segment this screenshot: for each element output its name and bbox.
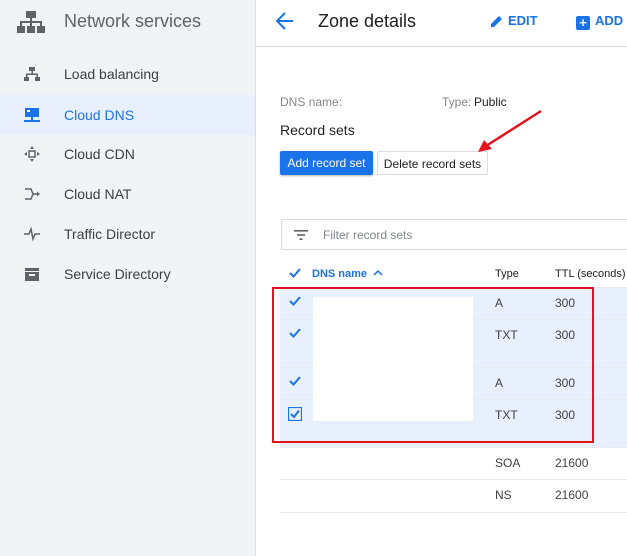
- page-title: Zone details: [318, 11, 417, 31]
- sidebar-item-label: Cloud CDN: [64, 146, 135, 162]
- sidebar-item-label: Cloud NAT: [64, 186, 132, 202]
- add-box-icon: +: [576, 16, 590, 30]
- select-all-checkbox[interactable]: [288, 266, 302, 280]
- column-header-ttl[interactable]: TTL (seconds): [555, 268, 626, 280]
- network-services-icon: [17, 11, 45, 33]
- type-value: Public: [474, 95, 507, 109]
- sidebar-item-label: Service Directory: [64, 266, 171, 282]
- sidebar-item-label: Traffic Director: [64, 226, 156, 242]
- sidebar-item-label: Cloud DNS: [64, 107, 135, 123]
- traffic-director-icon: [24, 226, 40, 242]
- edit-label: EDIT: [508, 13, 538, 28]
- row-type: NS: [495, 488, 512, 502]
- column-header-dns-name[interactable]: DNS name: [312, 268, 383, 280]
- sidebar-item-cloud-nat[interactable]: Cloud NAT: [0, 174, 255, 214]
- sidebar-item-label: Load balancing: [64, 66, 159, 82]
- sidebar-item-traffic-director[interactable]: Traffic Director: [0, 214, 255, 254]
- dns-name-label: DNS name:: [280, 95, 343, 109]
- sidebar-title: Network services: [64, 11, 202, 31]
- row-ttl: 21600: [555, 456, 589, 470]
- service-directory-icon: [25, 268, 39, 281]
- sidebar-header: Network services: [0, 0, 255, 44]
- type-label: Type:: [442, 95, 472, 109]
- row-type: SOA: [495, 456, 521, 470]
- back-arrow-icon[interactable]: [274, 10, 296, 32]
- highlight-box: [272, 287, 594, 443]
- record-sets-title: Record sets: [280, 122, 355, 138]
- add-record-set-button[interactable]: Add record set: [280, 151, 373, 175]
- filter-bar[interactable]: Filter record sets: [281, 219, 627, 250]
- top-bar: [256, 0, 627, 47]
- pencil-icon: [491, 16, 502, 27]
- sidebar-item-cloud-dns[interactable]: Cloud DNS: [0, 95, 255, 135]
- row-ttl: 21600: [555, 488, 589, 502]
- sort-ascending-icon: [373, 269, 383, 276]
- filter-placeholder: Filter record sets: [323, 228, 413, 242]
- column-header-type[interactable]: Type: [495, 268, 519, 280]
- sidebar-item-load-balancing[interactable]: Load balancing: [0, 54, 255, 94]
- column-header-label: DNS name: [312, 268, 368, 280]
- annotation-arrow: [478, 109, 542, 152]
- sidebar-item-cloud-cdn[interactable]: Cloud CDN: [0, 134, 255, 174]
- cloud-dns-icon: [24, 108, 40, 122]
- add-label: ADD I: [595, 13, 627, 28]
- cloud-nat-icon: [25, 188, 40, 200]
- sidebar: Network services Load balancing Cloud DN…: [0, 0, 256, 556]
- load-balancing-icon: [24, 67, 40, 81]
- filter-icon: [294, 230, 308, 240]
- sidebar-item-service-directory[interactable]: Service Directory: [0, 254, 255, 294]
- add-button[interactable]: + ADD I: [576, 13, 627, 30]
- edit-button[interactable]: EDIT: [490, 13, 538, 28]
- cloud-cdn-icon: [24, 146, 40, 162]
